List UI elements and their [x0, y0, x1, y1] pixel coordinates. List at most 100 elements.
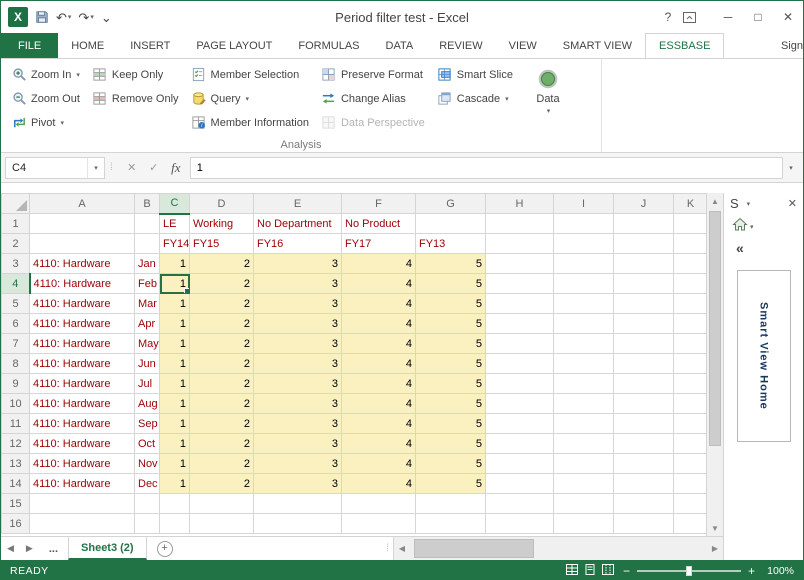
cell-D3[interactable]: 2: [189, 253, 254, 274]
cell-C5[interactable]: 1: [159, 293, 190, 314]
cell-F15[interactable]: [341, 493, 416, 514]
cell-I10[interactable]: [553, 393, 614, 414]
cancel-formula-button[interactable]: ✕: [122, 161, 142, 174]
column-header-J[interactable]: J: [613, 193, 674, 214]
cell-A9[interactable]: 4110: Hardware: [29, 373, 135, 394]
cell-B15[interactable]: [134, 493, 160, 514]
cascade-button[interactable]: Cascade ▾: [435, 88, 515, 109]
cell-F5[interactable]: 4: [341, 293, 416, 314]
zoom-out-button[interactable]: Zoom Out: [9, 88, 82, 109]
remove-only-button[interactable]: Remove Only: [90, 88, 181, 109]
tab-smart-view[interactable]: SMART VIEW: [550, 33, 645, 58]
cell-J2[interactable]: [613, 233, 674, 254]
cell-F13[interactable]: 4: [341, 453, 416, 474]
cell-D8[interactable]: 2: [189, 353, 254, 374]
cell-H5[interactable]: [485, 293, 554, 314]
cell-C4[interactable]: 1: [159, 273, 190, 294]
cell-J10[interactable]: [613, 393, 674, 414]
cell-A2[interactable]: [29, 233, 135, 254]
cell-K3[interactable]: [673, 253, 706, 274]
member-information-button[interactable]: i Member Information: [189, 112, 311, 133]
cell-K2[interactable]: [673, 233, 706, 254]
cell-G16[interactable]: [415, 513, 486, 534]
page-break-preview-icon[interactable]: [601, 563, 614, 578]
cell-G5[interactable]: 5: [415, 293, 486, 314]
data-button[interactable]: Data ▾: [525, 64, 571, 136]
cell-H4[interactable]: [485, 273, 554, 294]
column-header-G[interactable]: G: [415, 193, 486, 214]
cell-G7[interactable]: 5: [415, 333, 486, 354]
preserve-format-button[interactable]: Preserve Format: [319, 64, 427, 85]
cell-K8[interactable]: [673, 353, 706, 374]
cell-E14[interactable]: 3: [253, 473, 342, 494]
cell-B9[interactable]: Jul: [134, 373, 160, 394]
cell-G6[interactable]: 5: [415, 313, 486, 334]
cell-I11[interactable]: [553, 413, 614, 434]
cell-C15[interactable]: [159, 493, 190, 514]
cell-A16[interactable]: [29, 513, 135, 534]
row-header-9[interactable]: 9: [1, 373, 30, 394]
row-header-11[interactable]: 11: [1, 413, 30, 434]
tab-review[interactable]: REVIEW: [426, 33, 495, 58]
cell-C2[interactable]: FY14: [159, 233, 190, 254]
row-header-8[interactable]: 8: [1, 353, 30, 374]
undo-button[interactable]: ↶ ▾: [56, 11, 71, 24]
cell-H3[interactable]: [485, 253, 554, 274]
column-header-H[interactable]: H: [485, 193, 554, 214]
column-header-E[interactable]: E: [253, 193, 342, 214]
cell-H7[interactable]: [485, 333, 554, 354]
cell-D4[interactable]: 2: [189, 273, 254, 294]
cell-A6[interactable]: 4110: Hardware: [29, 313, 135, 334]
cell-J16[interactable]: [613, 513, 674, 534]
cell-E15[interactable]: [253, 493, 342, 514]
chevron-down-icon[interactable]: ▾: [747, 200, 751, 208]
cell-E16[interactable]: [253, 513, 342, 534]
cell-K6[interactable]: [673, 313, 706, 334]
cell-D13[interactable]: 2: [189, 453, 254, 474]
scroll-left-icon[interactable]: ◀: [394, 544, 410, 553]
name-box[interactable]: C4 ▾: [5, 156, 105, 179]
pivot-button[interactable]: Pivot ▾: [9, 112, 82, 133]
tab-insert[interactable]: INSERT: [117, 33, 183, 58]
save-button[interactable]: [35, 10, 49, 24]
insert-function-button[interactable]: fx: [166, 160, 186, 176]
cell-G10[interactable]: 5: [415, 393, 486, 414]
cell-H16[interactable]: [485, 513, 554, 534]
chevron-down-icon[interactable]: ▾: [750, 223, 754, 231]
cell-A1[interactable]: [29, 213, 135, 234]
cell-I7[interactable]: [553, 333, 614, 354]
cell-J15[interactable]: [613, 493, 674, 514]
row-header-14[interactable]: 14: [1, 473, 30, 494]
cell-C16[interactable]: [159, 513, 190, 534]
cell-J9[interactable]: [613, 373, 674, 394]
cell-K16[interactable]: [673, 513, 706, 534]
cell-B14[interactable]: Dec: [134, 473, 160, 494]
cell-B16[interactable]: [134, 513, 160, 534]
cell-F1[interactable]: No Product: [341, 213, 416, 234]
cell-A11[interactable]: 4110: Hardware: [29, 413, 135, 434]
tab-page-layout[interactable]: PAGE LAYOUT: [183, 33, 285, 58]
cell-H2[interactable]: [485, 233, 554, 254]
help-button[interactable]: ?: [653, 6, 683, 28]
cell-C10[interactable]: 1: [159, 393, 190, 414]
sign-in-link[interactable]: Sign: [768, 33, 803, 58]
cell-J3[interactable]: [613, 253, 674, 274]
customize-qat-button[interactable]: ⌄: [101, 11, 112, 24]
cell-D1[interactable]: Working: [189, 213, 254, 234]
cell-G9[interactable]: 5: [415, 373, 486, 394]
cell-D9[interactable]: 2: [189, 373, 254, 394]
cell-H10[interactable]: [485, 393, 554, 414]
cell-E10[interactable]: 3: [253, 393, 342, 414]
cell-C11[interactable]: 1: [159, 413, 190, 434]
row-header-7[interactable]: 7: [1, 333, 30, 354]
enter-formula-button[interactable]: ✓: [144, 161, 164, 174]
cell-B1[interactable]: [134, 213, 160, 234]
scroll-down-icon[interactable]: ▼: [707, 520, 723, 536]
cell-F3[interactable]: 4: [341, 253, 416, 274]
cell-C8[interactable]: 1: [159, 353, 190, 374]
column-header-B[interactable]: B: [134, 193, 160, 214]
zoom-in-button[interactable]: Zoom In ▾: [9, 64, 82, 85]
cell-E6[interactable]: 3: [253, 313, 342, 334]
cell-G12[interactable]: 5: [415, 433, 486, 454]
formula-input[interactable]: 1: [189, 156, 783, 179]
